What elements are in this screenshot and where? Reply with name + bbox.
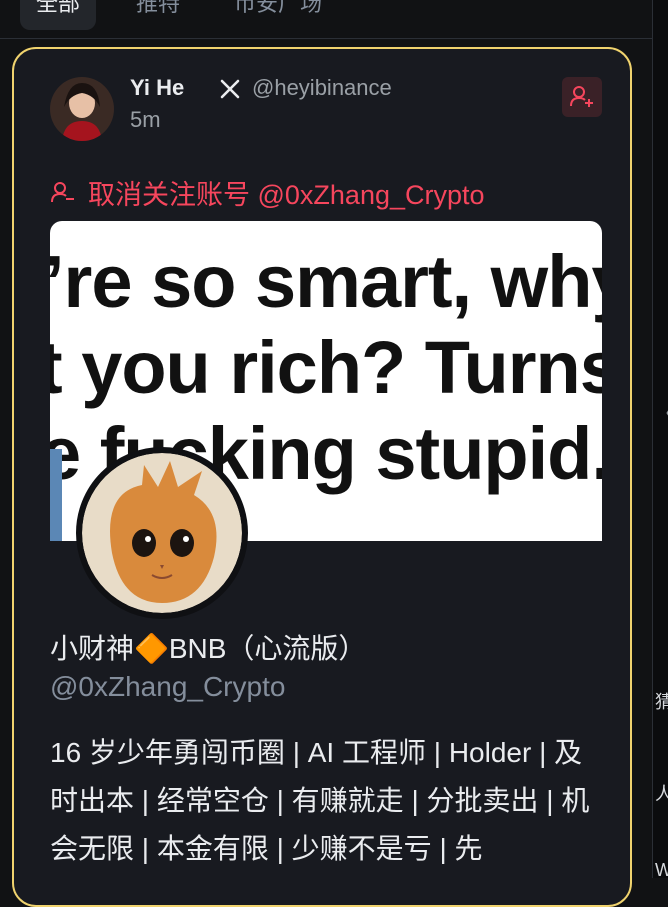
author-avatar[interactable] <box>50 77 114 141</box>
unfollow-action: 取消关注账号 @0xZhang_Crypto <box>50 173 485 212</box>
unfollow-text: 取消关注账号 @0xZhang_Crypto <box>88 180 485 210</box>
tab-all[interactable]: 全部 <box>20 0 97 30</box>
post-card[interactable]: Yi He @heyibinance 5m 取消关注账号 @0xZhang_Cr… <box>12 47 632 907</box>
feed-tabs: 全部 推特 币安广场 <box>0 0 652 39</box>
profile-name[interactable]: 小财神🔶BNB（心流版） <box>50 627 366 667</box>
media-text-line-1: ’re so smart, why <box>50 240 602 323</box>
profile-bio: 16 岁少年勇闯币圈 | AI 工程师 | Holder | 及时出本 | 经常… <box>50 737 590 864</box>
profile-avatar[interactable] <box>76 447 248 619</box>
author-handle[interactable]: @heyibinance <box>252 75 392 101</box>
tab-twitter[interactable]: 推特 <box>136 0 180 18</box>
media-text-line-2: t you rich? Turns <box>50 326 602 409</box>
user-plus-icon <box>570 86 593 107</box>
user-minus-icon <box>51 181 74 202</box>
media-edge-figure <box>50 449 62 541</box>
rail-text-1: 猜 <box>655 692 668 712</box>
follow-button[interactable] <box>562 77 602 117</box>
collapse-chevron-icon[interactable]: 〈 <box>657 400 668 424</box>
right-rail: 〈 猜 人 W <box>652 0 668 880</box>
post-time: 5m <box>130 107 161 132</box>
author-name[interactable]: Yi He <box>130 75 184 101</box>
rail-text-2: 人 <box>655 784 668 804</box>
profile-handle[interactable]: @0xZhang_Crypto <box>50 671 285 703</box>
tab-binance-square[interactable]: 币安广场 <box>234 0 322 18</box>
x-logo-icon <box>220 79 240 104</box>
